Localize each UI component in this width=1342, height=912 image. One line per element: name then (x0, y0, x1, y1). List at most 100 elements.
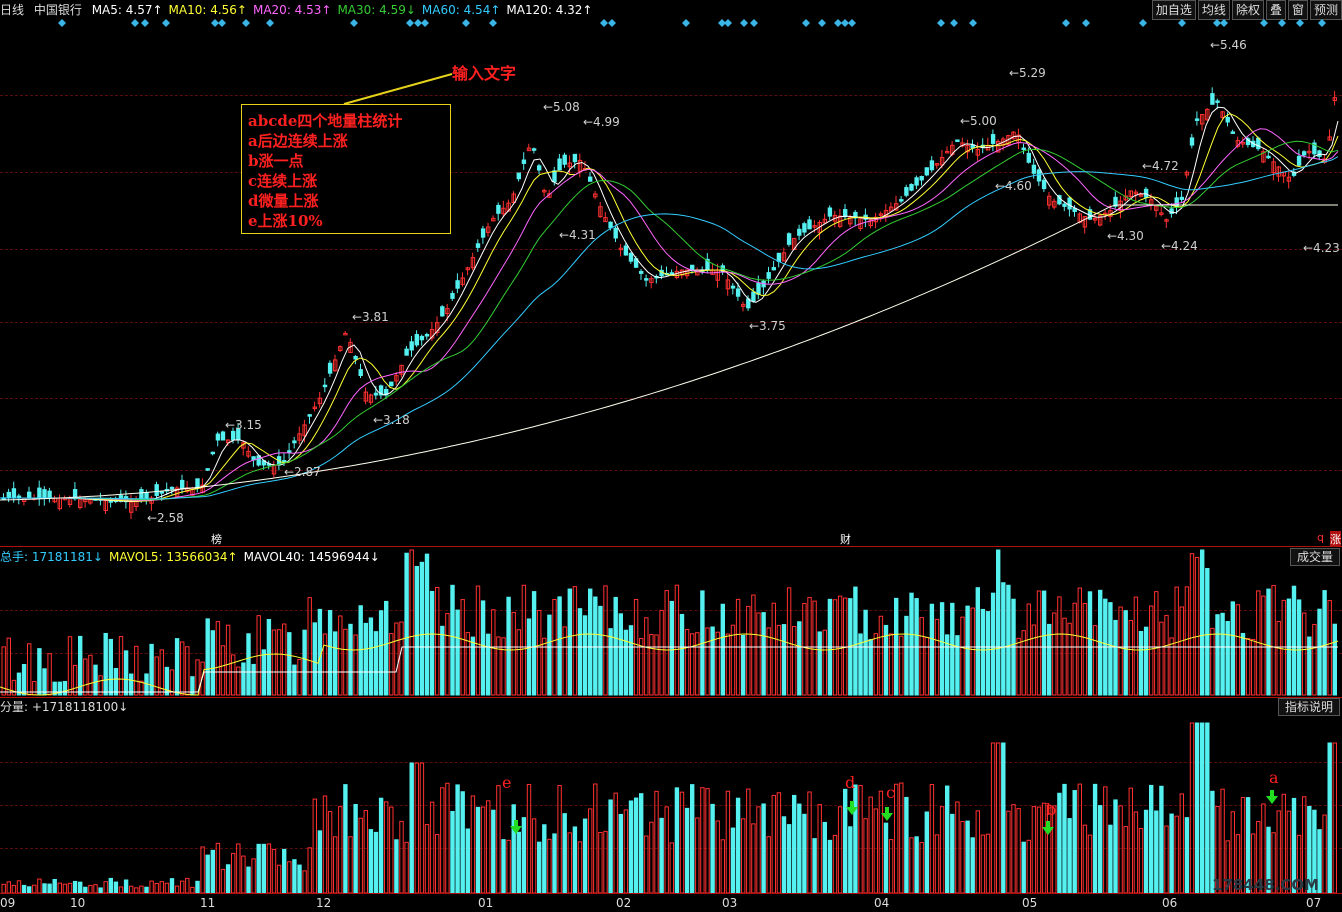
volume-bar (394, 622, 399, 696)
candle (215, 433, 221, 441)
volume-bar (215, 621, 221, 696)
indicator-bar (975, 810, 980, 893)
volume-bar (1149, 605, 1154, 696)
candle (914, 177, 919, 186)
volume-bar (1092, 625, 1098, 696)
annotation-input-text[interactable]: 输入文字 (452, 60, 516, 84)
volume-bar (618, 613, 623, 696)
indicator-bar (1006, 810, 1011, 893)
volume-bar (424, 553, 430, 696)
candle (531, 148, 537, 151)
indicator-bar (1067, 818, 1072, 893)
indicator-bar (16, 880, 22, 893)
event-marker-cai[interactable]: 财 (840, 531, 851, 547)
volume-chart[interactable] (0, 547, 1342, 697)
volume-bar (674, 584, 680, 696)
candle (1179, 196, 1184, 200)
indicator-bar (1001, 742, 1006, 893)
volume-bar (1179, 606, 1184, 696)
indicator-bar (205, 854, 210, 893)
candle (47, 490, 52, 499)
indicator-bar (1092, 783, 1098, 893)
x-axis-label: 07 (1306, 896, 1322, 910)
volume-bar (399, 621, 404, 696)
indicator-bar (98, 887, 103, 893)
event-marker-bang[interactable]: 榜 (211, 531, 222, 547)
indicator-bar (353, 803, 358, 893)
indicator-bar (761, 803, 766, 893)
candle (1036, 169, 1042, 182)
candle (797, 228, 802, 236)
volume-bar (934, 618, 940, 696)
indicator-bar (491, 809, 496, 893)
volume-bar (593, 596, 598, 696)
volume-bar (1072, 602, 1077, 696)
indicator-bar (705, 788, 710, 893)
candle (955, 139, 960, 142)
indicator-bar (1138, 828, 1144, 893)
volume-bar (812, 600, 817, 696)
candle (730, 285, 736, 289)
indicator-bar (455, 784, 460, 893)
volume-bar (11, 679, 17, 696)
volume-bar (776, 624, 782, 696)
indicator-bar (746, 788, 751, 893)
indicator-bar (725, 790, 731, 893)
volume-bar (720, 603, 725, 696)
volume-bar (154, 656, 159, 696)
volume-bar (404, 552, 409, 696)
volume-bar (557, 596, 562, 696)
indicator-bar (108, 877, 113, 893)
indicator-bar (358, 817, 363, 893)
price-chart[interactable] (0, 0, 1342, 545)
indicator-bar (797, 803, 802, 893)
volume-bar (419, 561, 425, 696)
volume-bar (1322, 590, 1327, 696)
volume-bar (751, 594, 756, 696)
indicator-bar (327, 811, 333, 893)
event-marker-zhang[interactable]: 涨 (1330, 531, 1341, 547)
indicator-bar (251, 858, 256, 893)
candle (786, 233, 792, 245)
volume-bar (1174, 586, 1179, 696)
candle (11, 488, 17, 499)
indicator-bar (1103, 786, 1108, 893)
indicator-bar (424, 824, 430, 893)
volume-bar (888, 633, 894, 696)
volume-bar (659, 609, 664, 696)
indicator-bar (1154, 810, 1159, 893)
indicator-bar (894, 783, 899, 893)
volume-bar (1128, 620, 1133, 696)
indicator-bar (149, 880, 154, 893)
volume-bar (741, 634, 746, 696)
x-axis-label: 05 (1022, 896, 1038, 910)
volume-bar (134, 645, 139, 696)
volume-bar (531, 591, 537, 696)
indicator-bar (909, 837, 914, 893)
candle (751, 291, 756, 302)
volume-bar (909, 592, 914, 696)
indicator-chart[interactable] (0, 698, 1342, 893)
candle (628, 252, 634, 262)
volume-bar (608, 628, 613, 696)
volume-bar (1036, 590, 1042, 696)
price-label: ←3.18 (373, 413, 410, 427)
volume-bar (924, 636, 929, 696)
volume-bar (1087, 591, 1093, 696)
volume-bar (343, 628, 348, 696)
indicator-bar (965, 820, 970, 893)
candle (144, 492, 149, 500)
volume-bar (873, 633, 878, 696)
volume-bar (353, 634, 358, 696)
indicator-bar (1174, 815, 1179, 893)
event-marker-q[interactable]: q (1317, 531, 1324, 544)
indicator-bar (628, 800, 634, 893)
candle (27, 491, 32, 499)
marker-d: d (845, 773, 856, 792)
indicator-bar (220, 868, 226, 893)
indicator-bar (1164, 825, 1169, 893)
volume-bar (327, 610, 333, 696)
indicator-bar (547, 838, 552, 893)
indicator-bar (751, 823, 756, 893)
annotation-note-box[interactable]: abcde四个地量柱统计 a后边连续上涨 b涨一点 c连续上涨 d微量上涨 e上涨10% (241, 104, 451, 234)
